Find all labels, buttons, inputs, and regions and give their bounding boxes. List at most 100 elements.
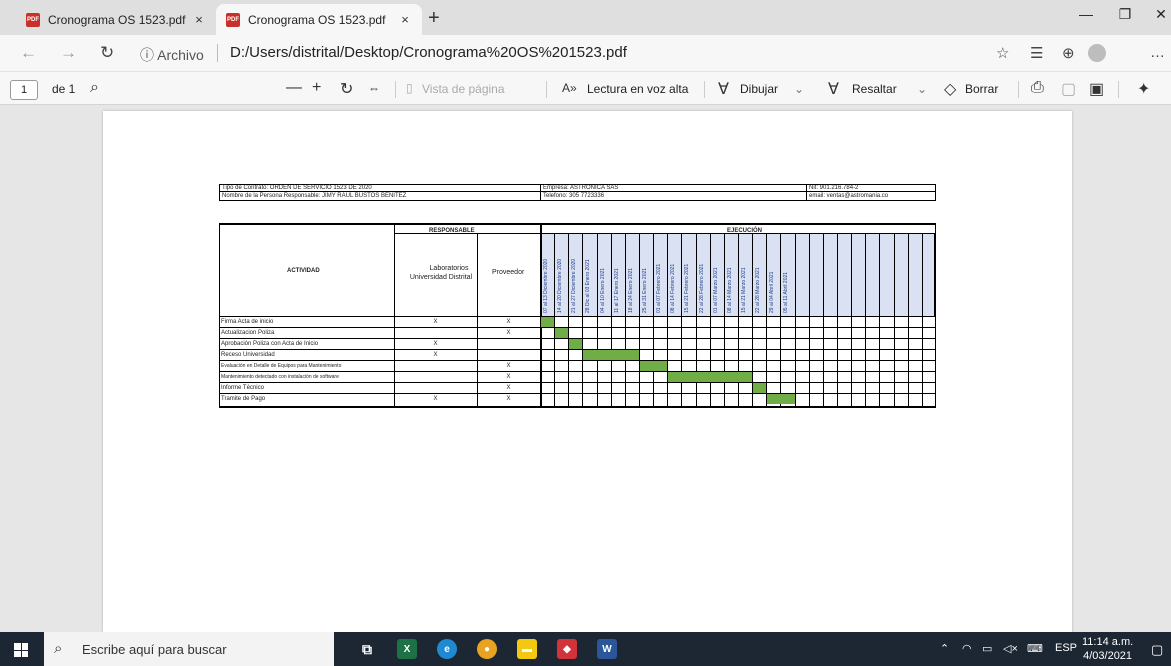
more-menu-icon[interactable]: …: [1150, 44, 1165, 61]
pin-toolbar-icon[interactable]: ✦: [1137, 79, 1150, 99]
tab-title: Cronograma OS 1523.pdf: [48, 12, 186, 27]
volume-icon[interactable]: ◁×: [1003, 642, 1018, 655]
fit-page-icon[interactable]: ⇔: [368, 81, 380, 95]
back-arrow-icon[interactable]: ←: [20, 43, 37, 63]
battery-icon[interactable]: ▭: [982, 642, 992, 655]
refresh-icon[interactable]: ↻: [100, 43, 114, 63]
clock-date: 4/03/2021: [1083, 650, 1133, 662]
read-aloud-icon: A»: [562, 81, 577, 95]
zoom-in-button[interactable]: +: [312, 79, 321, 97]
header-divider: [394, 233, 936, 234]
header-divider: [219, 316, 936, 317]
zoom-out-button[interactable]: —: [286, 79, 302, 97]
phone-number: Telefono: 305 7723336: [543, 193, 605, 199]
table-divider: [540, 185, 541, 200]
new-tab-button[interactable]: +: [428, 8, 440, 28]
gantt-bar: [541, 317, 555, 327]
rotate-icon[interactable]: ↻: [340, 79, 353, 99]
week-label: 22 al 28 Febrero 2021: [698, 263, 705, 313]
read-aloud-button[interactable]: Lectura en voz alta: [587, 82, 688, 96]
week-label: 07 al 13 Diciembre 2020: [543, 258, 549, 313]
lab-mark: X: [433, 341, 438, 347]
tab-2-active[interactable]: PDF Cronograma OS 1523.pdf ×: [216, 4, 422, 35]
address-divider: [217, 44, 218, 62]
network-icon[interactable]: ◠: [962, 642, 972, 655]
close-window-button[interactable]: ✕: [1151, 6, 1171, 23]
chrome-icon[interactable]: ●: [477, 639, 497, 659]
save-icon: ▢: [1061, 81, 1077, 98]
task-view-icon[interactable]: ⧉: [357, 639, 377, 659]
site-info[interactable]: ⓘ Archivo: [140, 45, 204, 65]
profile-avatar[interactable]: [1088, 44, 1106, 62]
file-explorer-icon[interactable]: ▬: [517, 639, 537, 659]
add-favorite-icon[interactable]: ☆: [996, 44, 1009, 62]
forward-arrow-icon[interactable]: →: [60, 43, 77, 63]
week-label: 29 al 04 Abril 2021: [769, 271, 776, 313]
week-label: 25 al 31 Enero 2021: [642, 267, 648, 313]
email-address: email: ventas@astromania.co: [809, 193, 889, 199]
activity-name: Evaluación en Detalle de Equipos para Ma…: [221, 363, 342, 369]
toolbar-divider: [1018, 81, 1019, 98]
provider-mark: X: [506, 396, 511, 402]
week-label: 18 al 24 Enero 2021: [627, 267, 634, 313]
gantt-bar: [767, 394, 795, 404]
save-as-icon[interactable]: ▣: [1089, 79, 1104, 99]
erase-button[interactable]: Borrar: [965, 82, 998, 96]
word-icon[interactable]: W: [597, 639, 617, 659]
url-input[interactable]: D:/Users/distrital/Desktop/Cronograma%20…: [230, 44, 627, 61]
toolbar-divider: [1118, 81, 1119, 98]
provider-mark: X: [506, 319, 511, 325]
notifications-icon[interactable]: ▢: [1151, 642, 1163, 658]
toolbar-divider: [704, 81, 705, 98]
contract-type: Tipo de Contrato: ORDEN DE SERVICIO 1523…: [222, 185, 372, 191]
favorites-icon[interactable]: ☰: [1030, 44, 1043, 62]
draw-button[interactable]: Dibujar: [740, 82, 778, 96]
highlight-chevron-down-icon[interactable]: ⌄: [917, 82, 927, 96]
page-view-button[interactable]: Vista de página: [422, 82, 505, 96]
tab-bar: PDF Cronograma OS 1523.pdf × PDF Cronogr…: [0, 0, 1171, 35]
week-label: 15 al 21 Febrero 2021: [684, 263, 691, 313]
document-viewer[interactable]: Tipo de Contrato: ORDEN DE SERVICIO 1523…: [0, 106, 1171, 632]
company-name: Empresa: ASTRONICA SAS: [543, 185, 619, 191]
activity-name: Receso Universidad: [221, 352, 275, 358]
restore-button[interactable]: ❐: [1115, 6, 1135, 23]
draw-icon: ∀: [718, 81, 729, 98]
week-label: 21 al 27 Diciembre 2020: [571, 258, 578, 313]
provider-mark: X: [506, 330, 511, 336]
tab-close-icon[interactable]: ×: [398, 12, 412, 27]
tray-chevron-up-icon[interactable]: ⌃: [940, 642, 949, 655]
print-icon[interactable]: ⎙: [1031, 79, 1044, 97]
week-label: 01 al 07 Febrero 2021: [656, 263, 663, 313]
draw-chevron-down-icon[interactable]: ⌄: [794, 82, 804, 96]
eraser-icon: ◇: [944, 81, 957, 98]
taskbar-clock[interactable]: 11:14 a.m. 4/03/2021: [1082, 635, 1133, 663]
row-line: [219, 382, 936, 383]
pdf-toolbar: 1 de 1 ⌕ — + ↻ ⇔ ▯ Vista de página A» Le…: [0, 71, 1171, 105]
windows-taskbar: ⌕ Escribe aquí para buscar ⧉ X e ● ▬ ◆ W…: [0, 632, 1171, 666]
contract-info-table: Tipo de Contrato: ORDEN DE SERVICIO 1523…: [219, 184, 936, 201]
page-count: de 1: [52, 82, 76, 96]
excel-icon[interactable]: X: [397, 639, 417, 659]
gantt-bar: [569, 339, 583, 349]
page-number-input[interactable]: 1: [10, 80, 38, 100]
activity-name: Informe Técnico: [221, 385, 264, 391]
week-label: 11 al 17 Enero 2021: [613, 268, 620, 313]
search-icon[interactable]: ⌕: [90, 79, 99, 97]
row-line: [219, 360, 936, 361]
taskbar-search-box[interactable]: ⌕ Escribe aquí para buscar: [44, 632, 334, 666]
windows-start-icon[interactable]: [14, 643, 28, 657]
table-divider: [806, 185, 807, 200]
anydesk-icon[interactable]: ◆: [557, 639, 577, 659]
activity-name: Actualizacion Poliza: [221, 330, 275, 336]
keyboard-icon[interactable]: ⌨: [1027, 642, 1043, 655]
collections-icon[interactable]: ⊕: [1062, 44, 1075, 62]
tab-1[interactable]: PDF Cronograma OS 1523.pdf ×: [16, 4, 216, 35]
tab-title: Cronograma OS 1523.pdf: [248, 12, 386, 27]
highlight-button[interactable]: Resaltar: [852, 82, 897, 96]
tab-close-icon[interactable]: ×: [192, 12, 206, 27]
minimize-button[interactable]: —: [1076, 6, 1096, 22]
gantt-bar: [753, 383, 767, 393]
activity-name: Mantenimiento detectado con instalación …: [221, 374, 339, 380]
edge-icon[interactable]: e: [437, 639, 457, 659]
language-indicator[interactable]: ESP: [1055, 642, 1077, 654]
